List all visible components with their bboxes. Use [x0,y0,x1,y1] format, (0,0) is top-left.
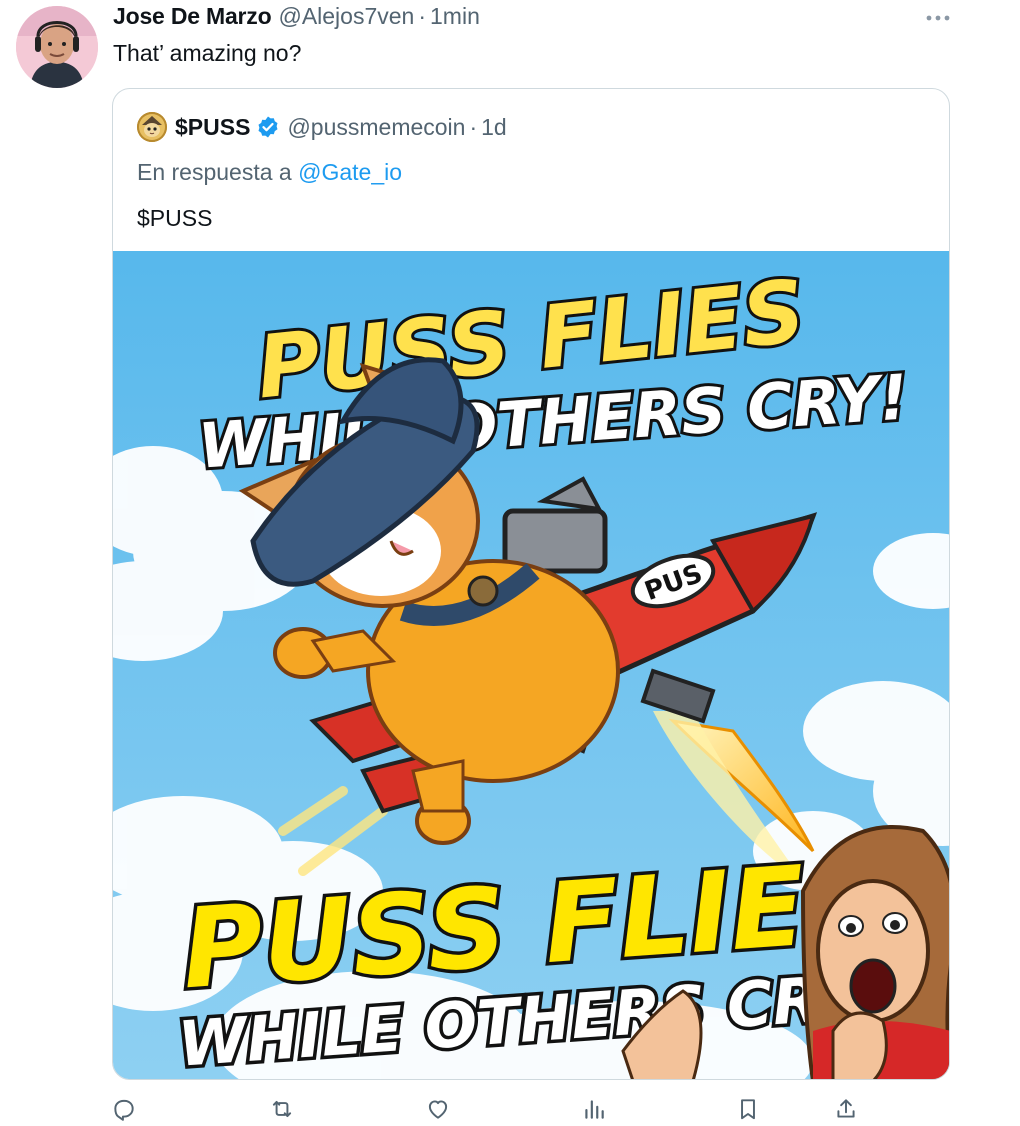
retweet-icon [272,1100,292,1118]
author-name[interactable]: Jose De Marzo [113,3,272,30]
tweet-text: That’ amazing no? [113,40,302,66]
quoted-separator-dot: · [469,113,478,140]
tweet-action-bar [0,1092,1020,1126]
verified-badge-icon [258,116,278,138]
tweet-header: Jose De Marzo @Alejos7ven · 1min [113,3,480,33]
retweet-button[interactable] [264,1092,300,1126]
author-avatar-image [16,6,98,88]
like-icon [428,1100,448,1119]
reply-context: En respuesta a @Gate_io [137,159,402,186]
reply-prefix: En respuesta a [137,159,292,185]
reply-icon [114,1099,134,1121]
quoted-timestamp[interactable]: 1d [481,114,507,141]
tweet-timestamp[interactable]: 1min [430,3,480,30]
like-button[interactable] [420,1092,456,1126]
views-icon [585,1100,604,1119]
share-button[interactable] [828,1092,864,1126]
share-icon [837,1099,855,1118]
quoted-tweet-image[interactable]: PUSS FLIES WHILE OTHERS CRY! PUS PUSS FL… [113,251,949,1079]
meme-illustration: PUSS FLIES WHILE OTHERS CRY! PUS PUSS FL… [113,251,949,1079]
reply-to-mention[interactable]: @Gate_io [298,159,402,185]
more-dots-icon [926,15,950,21]
quoted-tweet-text: $PUSS [137,205,213,231]
more-options-button[interactable] [918,6,958,30]
quoted-tweet-header: $PUSS @pussmemecoin · 1d [137,111,507,143]
quoted-author-avatar[interactable] [137,112,167,142]
views-button[interactable] [576,1092,612,1126]
quoted-author-handle[interactable]: @pussmemecoin [287,114,465,141]
bookmark-button[interactable] [730,1092,766,1126]
author-handle[interactable]: @Alejos7ven [278,3,414,30]
cat-avatar-image [137,112,167,142]
author-avatar[interactable] [16,6,98,88]
quoted-tweet-card[interactable]: $PUSS @pussmemecoin · 1d En respuesta a … [112,88,950,1080]
quoted-author-name[interactable]: $PUSS [175,114,250,141]
separator-dot: · [418,3,427,29]
reply-button[interactable] [106,1092,142,1126]
bookmark-icon [741,1099,755,1120]
